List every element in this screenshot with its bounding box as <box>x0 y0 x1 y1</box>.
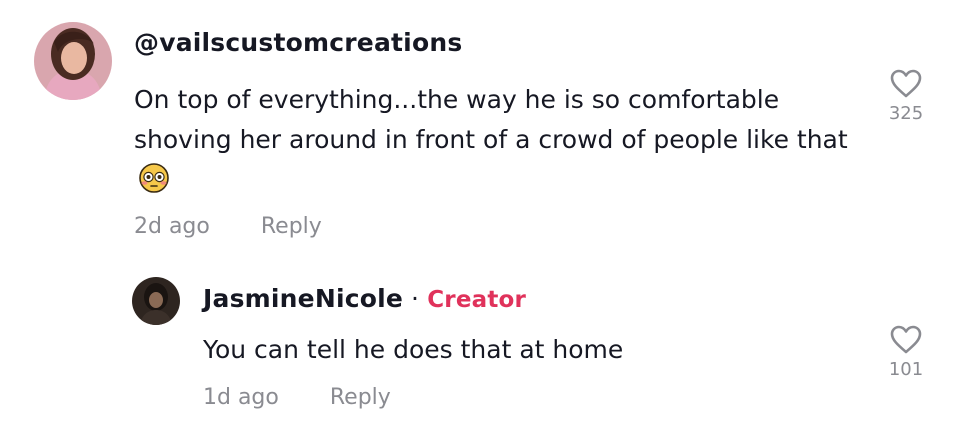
reply-button[interactable]: Reply <box>330 385 391 410</box>
comment-username[interactable]: @vailscustomcreations <box>134 28 462 57</box>
creator-badge: Creator <box>427 287 527 313</box>
heart-icon <box>890 325 922 354</box>
avatar-image <box>132 277 180 325</box>
comment-username: JasmineNicole · Creator <box>203 284 526 313</box>
like-count: 101 <box>888 359 924 380</box>
comment-meta: 1d ago Reply <box>203 385 391 410</box>
like-button[interactable]: 101 <box>876 324 936 380</box>
comment-text: You can tell he does that at home <box>203 335 624 364</box>
comment-meta: 2d ago Reply <box>134 214 322 239</box>
comment-time: 1d ago <box>203 385 279 410</box>
reply-username[interactable]: JasmineNicole <box>203 284 403 313</box>
avatar-image <box>34 22 112 100</box>
comment-text: On top of everything...the way he is so … <box>134 80 854 200</box>
flushed-face-emoji-icon <box>139 163 169 193</box>
reply-button[interactable]: Reply <box>261 214 322 239</box>
avatar[interactable] <box>34 22 112 100</box>
heart-icon <box>890 69 922 98</box>
separator-dot: · <box>411 284 420 313</box>
like-count: 325 <box>888 103 924 124</box>
comment-body: On top of everything...the way he is so … <box>134 85 848 154</box>
avatar[interactable] <box>132 277 180 325</box>
like-button[interactable]: 325 <box>876 68 936 124</box>
comment-time: 2d ago <box>134 214 210 239</box>
